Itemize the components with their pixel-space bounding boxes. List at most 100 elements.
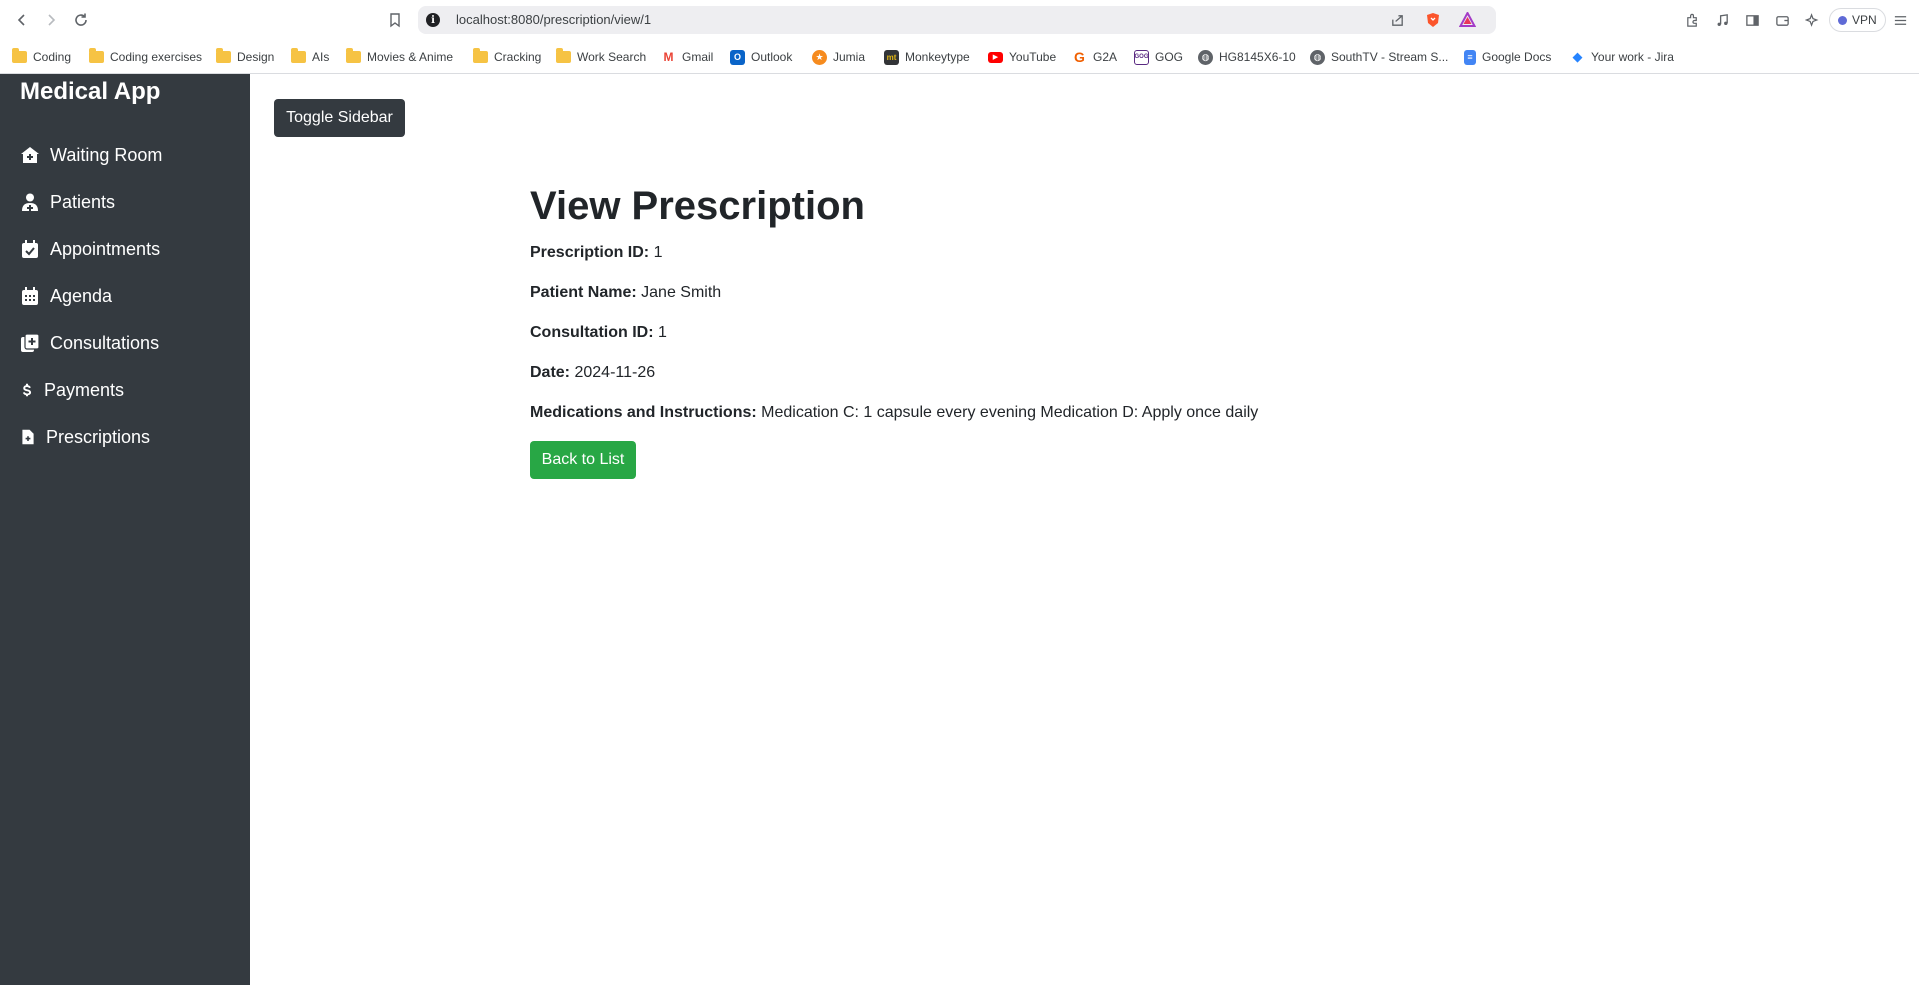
sidebar: Medical App Waiting Room Patients Appoin… [0, 74, 250, 985]
bookmark-gog[interactable]: GOG GOG [1134, 48, 1183, 66]
bookmark-monkeytype[interactable]: mt Monkeytype [884, 48, 970, 66]
reload-icon[interactable] [70, 9, 92, 31]
vpn-status-icon [1838, 15, 1847, 25]
url-text[interactable]: localhost:8080/prescription/view/1 [456, 12, 651, 27]
bookmark-label: Jumia [833, 50, 866, 64]
bookmark-label: YouTube [1009, 50, 1057, 64]
gog-icon: GOG [1134, 49, 1149, 65]
bookmark-gmail[interactable]: M Gmail [661, 48, 713, 66]
field-value: 1 [653, 244, 663, 261]
sidebar-item-prescriptions[interactable]: Prescriptions [20, 422, 150, 452]
page-title: View Prescription [530, 184, 865, 228]
bookmark-label: AIs [312, 50, 330, 64]
file-plus-icon [21, 333, 40, 352]
bookmark-jira[interactable]: ◆ Your work - Jira [1570, 48, 1674, 66]
field-value: Jane Smith [641, 284, 722, 301]
address-bar[interactable]: i localhost:8080/prescription/view/1 [418, 6, 1496, 34]
toggle-sidebar-button[interactable]: Toggle Sidebar [274, 99, 405, 137]
brave-rewards-icon[interactable] [1458, 11, 1476, 29]
sidebar-item-patients[interactable]: Patients [20, 187, 115, 217]
browser-toolbar: i localhost:8080/prescription/view/1 VPN [0, 0, 1919, 40]
dollar-icon [22, 383, 32, 397]
media-icon[interactable] [1711, 9, 1733, 31]
sidebar-item-label: Payments [44, 379, 125, 400]
youtube-icon: ▶ [988, 51, 1003, 63]
field-patient-name: Patient Name: Jane Smith [530, 284, 721, 302]
sidebar-item-payments[interactable]: Payments [20, 375, 124, 405]
bookmark-label: Google Docs [1482, 50, 1552, 64]
bookmark-label: Gmail [682, 50, 714, 64]
bookmark-coding[interactable]: Coding [12, 48, 71, 66]
field-medications: Medications and Instructions: Medication… [530, 404, 1258, 422]
bookmark-youtube[interactable]: ▶ YouTube [988, 48, 1056, 66]
brave-shield-icon[interactable] [1424, 11, 1442, 29]
bookmark-label: SouthTV - Stream S... [1331, 50, 1449, 64]
folder-icon [473, 48, 488, 63]
back-to-list-button[interactable]: Back to List [530, 441, 636, 479]
globe-icon: ◍ [1198, 49, 1213, 65]
sidebar-item-label: Patients [50, 191, 116, 212]
bookmark-southtv[interactable]: ◍ SouthTV - Stream S... [1310, 48, 1448, 66]
house-medical-icon [21, 147, 39, 163]
menu-icon[interactable] [1889, 9, 1911, 31]
vpn-button[interactable]: VPN [1829, 8, 1886, 32]
bookmark-movies-anime[interactable]: Movies & Anime [346, 48, 453, 66]
sidebar-item-appointments[interactable]: Appointments [20, 234, 160, 264]
folder-icon [346, 48, 361, 63]
bookmark-hg8145x6-10[interactable]: ◍ HG8145X6-10 [1198, 48, 1296, 66]
bookmark-jumia[interactable]: ★ Jumia [812, 48, 865, 66]
folder-icon [216, 48, 231, 63]
forward-icon[interactable] [40, 9, 62, 31]
sidebar-item-agenda[interactable]: Agenda [20, 281, 112, 311]
bookmark-design[interactable]: Design [216, 48, 274, 66]
field-date: Date: 2024-11-26 [530, 364, 655, 382]
bookmark-label: Monkeytype [905, 50, 970, 64]
bookmark-label: Design [237, 50, 275, 64]
field-prescription-id: Prescription ID: 1 [530, 244, 663, 262]
bookmark-google-docs[interactable]: ≡ Google Docs [1464, 48, 1551, 66]
bookmark-label: Cracking [494, 50, 542, 64]
site-info-icon[interactable]: i [426, 13, 440, 27]
bookmark-outlook[interactable]: O Outlook [730, 48, 792, 66]
bookmark-coding-exercises[interactable]: Coding exercises [89, 48, 202, 66]
field-value: 1 [658, 324, 667, 341]
bookmark-label: Your work - Jira [1591, 50, 1674, 64]
bookmark-label: HG8145X6-10 [1219, 50, 1296, 64]
bookmark-label: Work Search [577, 50, 647, 64]
field-value: Medication C: 1 capsule every evening Me… [761, 404, 1259, 421]
sidebar-panel-icon[interactable] [1741, 9, 1763, 31]
sidebar-item-waiting-room[interactable]: Waiting Room [20, 140, 162, 170]
bookmark-ais[interactable]: AIs [291, 48, 329, 66]
folder-icon [12, 48, 27, 63]
bookmark-label: Movies & Anime [367, 50, 454, 64]
user-doctor-icon [22, 193, 38, 211]
bookmark-label: GOG [1155, 50, 1184, 64]
sidebar-item-consultations[interactable]: Consultations [20, 328, 159, 358]
bookmark-icon[interactable] [384, 9, 406, 31]
gmail-icon: M [661, 49, 676, 65]
bookmark-label: Coding exercises [110, 50, 203, 64]
extensions-icon[interactable] [1681, 9, 1703, 31]
bookmark-work-search[interactable]: Work Search [556, 48, 646, 66]
app-brand[interactable]: Medical App [20, 78, 160, 106]
back-icon[interactable] [11, 9, 33, 31]
leo-ai-icon[interactable] [1801, 9, 1823, 31]
bookmark-label: Outlook [751, 50, 793, 64]
field-label: Medications and Instructions: [530, 404, 757, 421]
wallet-icon[interactable] [1771, 9, 1793, 31]
field-label: Prescription ID: [530, 244, 650, 261]
field-consultation-id: Consultation ID: 1 [530, 324, 667, 342]
folder-icon [291, 48, 306, 63]
field-label: Date: [530, 364, 571, 381]
sidebar-item-label: Waiting Room [50, 144, 163, 165]
field-value: 2024-11-26 [574, 364, 656, 381]
field-label: Patient Name: [530, 284, 637, 301]
bookmark-cracking[interactable]: Cracking [473, 48, 541, 66]
sidebar-item-label: Agenda [50, 285, 113, 306]
share-icon[interactable] [1388, 11, 1406, 29]
file-medical-icon [22, 429, 34, 445]
sidebar-item-label: Consultations [50, 332, 160, 353]
field-label: Consultation ID: [530, 324, 654, 341]
bookmark-g2a[interactable]: G G2A [1072, 48, 1117, 66]
bookmark-label: Coding [33, 50, 72, 64]
